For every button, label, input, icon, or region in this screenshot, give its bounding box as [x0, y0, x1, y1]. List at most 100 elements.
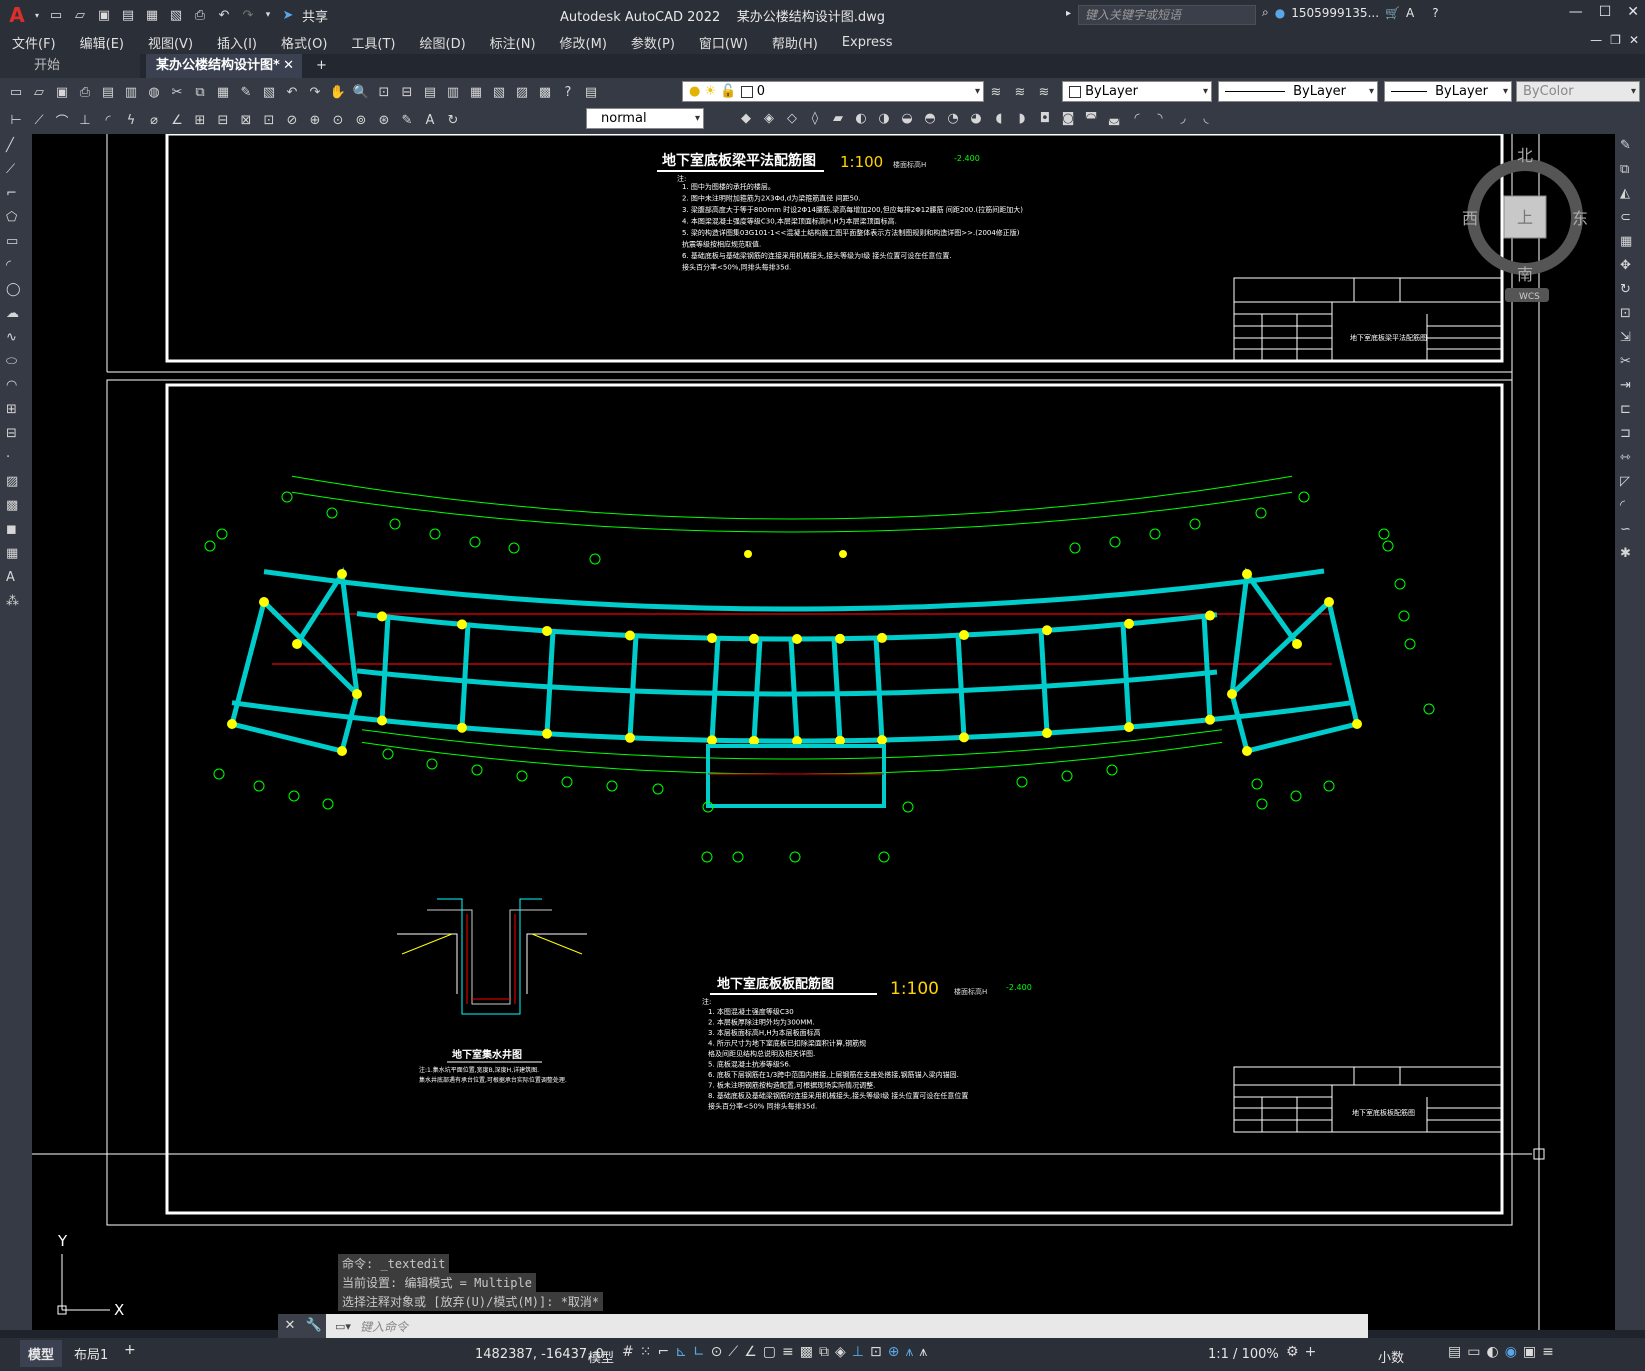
- tolerance-icon[interactable]: ⊕: [305, 110, 325, 130]
- copy-object-icon[interactable]: ⧉: [1620, 162, 1640, 182]
- save-icon[interactable]: ▣: [52, 82, 72, 102]
- quick-properties-icon[interactable]: ▤: [1448, 1344, 1461, 1360]
- new-icon[interactable]: ▭: [6, 82, 26, 102]
- shell-icon[interactable]: ◗: [1012, 108, 1032, 128]
- ortho-icon[interactable]: ∟: [693, 1344, 705, 1360]
- menu-item-10[interactable]: 窗口(W): [687, 33, 760, 52]
- imprint-icon[interactable]: ◖: [989, 108, 1009, 128]
- diameter-icon[interactable]: ⌀: [144, 110, 164, 130]
- box-icon[interactable]: ◛: [1104, 108, 1124, 128]
- menu-item-4[interactable]: 格式(O): [269, 33, 339, 52]
- search-icon[interactable]: ⌕: [1262, 5, 1269, 20]
- radius-icon[interactable]: ◜: [98, 110, 118, 130]
- revision-cloud-icon[interactable]: ☁: [6, 306, 26, 326]
- auto-scale-icon[interactable]: ⩚: [919, 1344, 927, 1360]
- join-icon[interactable]: ⇿: [1620, 450, 1640, 470]
- move-icon[interactable]: ✥: [1620, 258, 1640, 278]
- point-icon[interactable]: ·: [6, 450, 26, 470]
- viewcube-south[interactable]: 南: [1517, 265, 1533, 284]
- jogged-icon[interactable]: ϟ: [121, 110, 141, 130]
- menu-item-6[interactable]: 绘图(D): [408, 33, 478, 52]
- clean-screen-icon[interactable]: ▣: [1523, 1344, 1536, 1360]
- hatch-icon[interactable]: ▨: [6, 474, 26, 494]
- mirror-icon[interactable]: ◭: [1620, 186, 1640, 206]
- undo-icon[interactable]: ↶: [282, 82, 302, 102]
- fillet-icon[interactable]: ◜: [1620, 498, 1640, 518]
- undo-icon[interactable]: ↶: [214, 5, 234, 25]
- pan-icon[interactable]: ✋: [328, 82, 348, 102]
- menu-item-8[interactable]: 修改(M): [548, 33, 619, 52]
- plotstyle-dropdown[interactable]: ByColor ▾: [1516, 81, 1640, 102]
- loft-icon[interactable]: ◒: [897, 108, 917, 128]
- ellipse-icon[interactable]: ⬭: [6, 354, 26, 374]
- transparency-icon[interactable]: ▩: [800, 1344, 813, 1360]
- scale-icon[interactable]: ⊡: [1620, 306, 1640, 326]
- doc-minimize-icon[interactable]: —: [1590, 33, 1602, 47]
- print-icon[interactable]: ⎙: [75, 82, 95, 102]
- cut-icon[interactable]: ✂: [167, 82, 187, 102]
- layer-lock-icon[interactable]: 🔓: [720, 84, 736, 99]
- doc-close-icon[interactable]: ✕: [1629, 33, 1639, 47]
- inspect-icon[interactable]: ⊚: [351, 110, 371, 130]
- isodraft-icon[interactable]: ⟋: [728, 1344, 738, 1360]
- trim-icon[interactable]: ✂: [1620, 354, 1640, 374]
- tab-document[interactable]: 某办公楼结构设计图* ✕: [146, 54, 302, 78]
- layout-tab-layout1[interactable]: 布局1: [66, 1340, 116, 1367]
- rectangle-icon[interactable]: ▭: [6, 234, 26, 254]
- maximize-icon[interactable]: ☐: [1599, 4, 1612, 20]
- cone-icon[interactable]: ◞: [1173, 108, 1193, 128]
- thicken-icon[interactable]: ◕: [966, 108, 986, 128]
- layer-properties-icon[interactable]: ▤: [581, 82, 601, 102]
- sphere-icon[interactable]: ◝: [1150, 108, 1170, 128]
- dimension-text-edit-icon[interactable]: A: [420, 110, 440, 130]
- zoom-realtime-icon[interactable]: 🔍: [351, 82, 371, 102]
- wcs-label[interactable]: WCS: [1519, 292, 1540, 302]
- paste-icon[interactable]: ▦: [213, 82, 233, 102]
- selection-filter-icon[interactable]: ⊡: [870, 1344, 882, 1360]
- dimension-space-icon[interactable]: ⊡: [259, 110, 279, 130]
- dimension-break-icon[interactable]: ⊘: [282, 110, 302, 130]
- lock-ui-icon[interactable]: ▭: [1467, 1344, 1480, 1360]
- dimension-edit-icon[interactable]: ✎: [397, 110, 417, 130]
- match-properties-icon[interactable]: ✎: [236, 82, 256, 102]
- help-icon[interactable]: ?: [558, 82, 578, 102]
- properties-icon[interactable]: ▤: [420, 82, 440, 102]
- dynamic-input-icon[interactable]: ⊾: [675, 1344, 687, 1360]
- gizmo-icon[interactable]: ⊕: [888, 1344, 900, 1360]
- infer-constraints-icon[interactable]: ⌐: [657, 1344, 669, 1360]
- zoom-previous-icon[interactable]: ⊟: [397, 82, 417, 102]
- object-snap-icon[interactable]: ▢: [763, 1344, 776, 1360]
- command-close-icon[interactable]: ✕: [278, 1314, 302, 1338]
- revolve-icon[interactable]: ◐: [851, 108, 871, 128]
- ordinate-icon[interactable]: ⊥: [75, 110, 95, 130]
- open-file-icon[interactable]: ▱: [70, 5, 90, 25]
- save-to-web-icon[interactable]: ▧: [166, 5, 186, 25]
- block-editor-icon[interactable]: ▧: [259, 82, 279, 102]
- color-dropdown[interactable]: ByLayer ▾: [1062, 81, 1212, 102]
- fillet-edge-icon[interactable]: ◙: [1058, 108, 1078, 128]
- menu-item-11[interactable]: 帮助(H): [760, 33, 830, 52]
- design-center-icon[interactable]: ▥: [443, 82, 463, 102]
- command-prompt-icon[interactable]: ▭▾: [326, 1320, 360, 1333]
- break-at-point-icon[interactable]: ⊏: [1620, 402, 1640, 422]
- explode-icon[interactable]: ✱: [1620, 546, 1640, 566]
- ellipse-arc-icon[interactable]: ◠: [6, 378, 26, 398]
- insert-block-icon[interactable]: ⊞: [6, 402, 26, 422]
- angular-icon[interactable]: ∠: [167, 110, 187, 130]
- publish-icon[interactable]: ▥: [121, 82, 141, 102]
- rotate-icon[interactable]: ↻: [1620, 282, 1640, 302]
- erase-icon[interactable]: ✎: [1620, 138, 1640, 158]
- linetype-dropdown[interactable]: ByLayer ▾: [1218, 81, 1378, 102]
- viewcube-top[interactable]: 上: [1517, 208, 1533, 227]
- center-mark-icon[interactable]: ⊙: [328, 110, 348, 130]
- add-selected-icon[interactable]: ⁂: [6, 594, 26, 614]
- zoom-window-icon[interactable]: ⊡: [374, 82, 394, 102]
- tab-close-icon[interactable]: ✕: [283, 54, 294, 78]
- extrude-icon[interactable]: ▰: [828, 108, 848, 128]
- new-tab-button[interactable]: +: [306, 54, 336, 78]
- hardware-acceleration-icon[interactable]: ◉: [1505, 1344, 1517, 1360]
- layer-dropdown[interactable]: ● ☀ 🔓 0 ▾: [682, 81, 984, 102]
- layer-previous-icon[interactable]: ≋: [1010, 82, 1030, 102]
- stretch-icon[interactable]: ⇲: [1620, 330, 1640, 350]
- redo-icon[interactable]: ↷: [238, 5, 258, 25]
